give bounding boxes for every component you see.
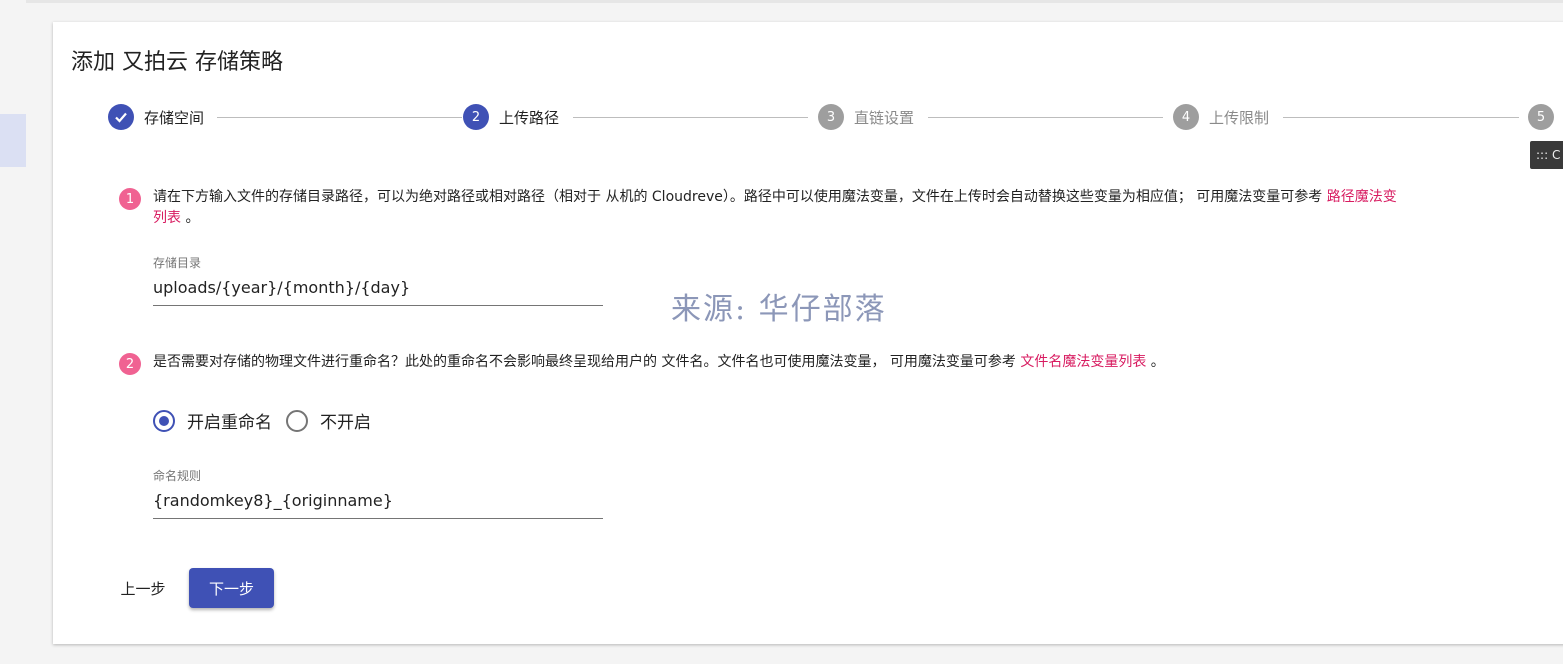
watermark: 来源: 华仔部落 [671, 292, 887, 327]
back-button[interactable]: 上一步 [110, 568, 176, 608]
rename-disable-radio[interactable]: 不开启 [286, 408, 371, 433]
path-magic-vars-link[interactable]: 路径魔法变 [1327, 189, 1397, 205]
radio-label: 不开启 [320, 413, 371, 433]
step-number: 2 [463, 104, 489, 130]
storage-dir-label: 存储目录 [153, 256, 202, 270]
step-connector [217, 117, 462, 118]
radio-unchecked-icon[interactable] [286, 409, 308, 432]
section-1-description: 请在下方输入文件的存储目录路径，可以为绝对路径或相对路径（相对于 从机的 Clo… [153, 189, 1397, 205]
rename-enable-radio[interactable]: 开启重命名 [153, 408, 272, 433]
radio-label: 开启重命名 [187, 413, 272, 433]
step-direct-link[interactable]: 3 直链设置 [818, 104, 914, 130]
step-label: 上传路径 [499, 108, 560, 127]
next-button[interactable]: 下一步 [189, 568, 274, 608]
step-upload-path[interactable]: 2 上传路径 [463, 104, 559, 130]
section-1-badge: 1 [119, 188, 141, 210]
policy-form-card: 添加 又拍云 存储策略 存储空间 2 上传路径 3 直链设置 4 上传限制 5 … [53, 22, 1563, 644]
step-connector [1283, 117, 1519, 118]
radio-checked-icon[interactable] [153, 409, 175, 432]
step-connector [928, 117, 1163, 118]
storage-dir-field[interactable]: 存储目录 uploads/{year}/{month}/{day} [153, 254, 603, 306]
step-number: 4 [1173, 104, 1199, 130]
floating-chip[interactable]: ::: C [1530, 141, 1563, 169]
step-storage-space[interactable]: 存储空间 [108, 104, 204, 130]
left-nav-active-item[interactable] [0, 114, 26, 167]
step-5[interactable]: 5 [1528, 104, 1554, 130]
section-2-description: 是否需要对存储的物理文件进行重命名？此处的重命名不会影响最终呈现给用户的 文件名… [153, 354, 1165, 370]
page-title: 添加 又拍云 存储策略 [71, 50, 283, 75]
step-number: 5 [1528, 104, 1554, 130]
section-2-badge: 2 [119, 353, 141, 375]
top-divider [0, 0, 1563, 3]
step-connector [573, 117, 808, 118]
section-1-description-cont: 列表 。 [153, 210, 200, 226]
naming-rule-input[interactable]: {randomkey8}_{originname} [153, 490, 603, 519]
naming-rule-field[interactable]: 命名规则 {randomkey8}_{originname} [153, 467, 603, 519]
step-number: 3 [818, 104, 844, 130]
step-label: 存储空间 [144, 108, 205, 127]
path-magic-vars-link-cont[interactable]: 列表 [153, 210, 181, 226]
rename-radio-group: 开启重命名 不开启 [153, 408, 385, 433]
filename-magic-vars-link[interactable]: 文件名魔法变量列表 [1020, 354, 1146, 370]
check-icon [108, 104, 134, 130]
step-upload-limit[interactable]: 4 上传限制 [1173, 104, 1269, 130]
step-label: 上传限制 [1209, 108, 1270, 127]
naming-rule-label: 命名规则 [153, 469, 202, 483]
storage-dir-input[interactable]: uploads/{year}/{month}/{day} [153, 277, 603, 306]
step-label: 直链设置 [854, 108, 915, 127]
left-nav-rail [0, 0, 26, 664]
